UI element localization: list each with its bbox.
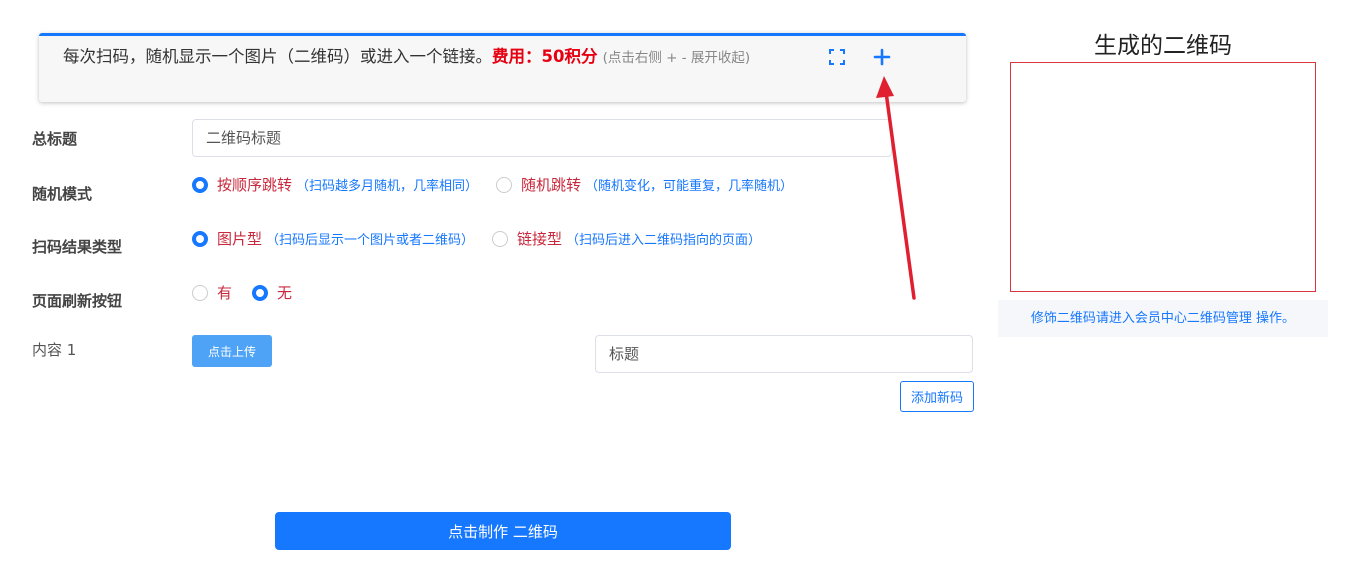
- upload-button[interactable]: 点击上传: [192, 335, 272, 367]
- result-type-label: 扫码结果类型: [32, 238, 123, 256]
- mode-random-radio[interactable]: [496, 176, 513, 193]
- banner-text: 每次扫码，随机显示一个图片（二维码）或进入一个链接。费用：50积分 (点击右侧 …: [63, 46, 803, 69]
- mode-random-hint: （随机变化，可能重复，几率随机）: [585, 179, 794, 194]
- refresh-no-option[interactable]: 无: [252, 282, 292, 303]
- result-link-option[interactable]: 链接型 （扫码后进入二维码指向的页面）: [492, 228, 761, 249]
- result-image-label: 图片型: [217, 230, 263, 248]
- banner-fee-text: 费用：50积分: [492, 47, 598, 66]
- plus-icon[interactable]: [872, 47, 892, 67]
- banner-hint-text: (点击右侧 + - 展开收起): [602, 50, 751, 66]
- refresh-radio-row: 有 无: [192, 282, 292, 303]
- refresh-no-label: 无: [277, 284, 293, 302]
- result-image-hint: （扫码后显示一个图片或者二维码）: [266, 233, 475, 248]
- result-radio-row: 图片型 （扫码后显示一个图片或者二维码） 链接型 （扫码后进入二维码指向的页面）: [192, 228, 761, 249]
- result-link-hint: （扫码后进入二维码指向的页面）: [566, 233, 762, 248]
- make-qrcode-button[interactable]: 点击制作 二维码: [275, 512, 731, 550]
- mode-sequential-label: 按顺序跳转: [217, 176, 293, 194]
- mode-label: 随机模式: [32, 185, 93, 203]
- result-image-radio[interactable]: [192, 230, 208, 247]
- title-input[interactable]: [192, 119, 892, 157]
- content-title-input[interactable]: [595, 335, 973, 373]
- refresh-no-radio[interactable]: [252, 284, 269, 301]
- banner-main-text: 每次扫码，随机显示一个图片（二维码）或进入一个链接。: [63, 47, 492, 66]
- result-image-option[interactable]: 图片型 （扫码后显示一个图片或者二维码）: [192, 228, 474, 249]
- refresh-yes-label: 有: [217, 284, 233, 302]
- mode-sequential-radio[interactable]: [192, 176, 208, 193]
- refresh-label: 页面刷新按钮: [32, 292, 123, 310]
- mode-sequential-hint: （扫码越多月随机，几率相同）: [296, 179, 479, 194]
- title-label: 总标题: [32, 130, 78, 148]
- mode-sequential-option[interactable]: 按顺序跳转 （扫码越多月随机，几率相同）: [192, 174, 478, 195]
- fullscreen-icon[interactable]: [829, 49, 845, 65]
- mode-radio-row: 按顺序跳转 （扫码越多月随机，几率相同） 随机跳转 （随机变化，可能重复，几率随…: [192, 174, 793, 195]
- add-code-button[interactable]: 添加新码: [900, 381, 974, 412]
- preview-title: 生成的二维码: [1094, 33, 1232, 59]
- refresh-yes-option[interactable]: 有: [192, 282, 232, 303]
- result-link-label: 链接型: [517, 230, 563, 248]
- content-label: 内容 1: [32, 341, 77, 359]
- mode-random-option[interactable]: 随机跳转 （随机变化，可能重复，几率随机）: [496, 174, 793, 195]
- mode-random-label: 随机跳转: [521, 176, 582, 194]
- result-link-radio[interactable]: [492, 230, 509, 247]
- refresh-yes-radio[interactable]: [192, 284, 208, 301]
- info-banner: 每次扫码，随机显示一个图片（二维码）或进入一个链接。费用：50积分 (点击右侧 …: [39, 33, 966, 102]
- qrcode-preview-box: [1010, 62, 1316, 292]
- preview-note: 修饰二维码请进入会员中心二维码管理 操作。: [998, 300, 1328, 337]
